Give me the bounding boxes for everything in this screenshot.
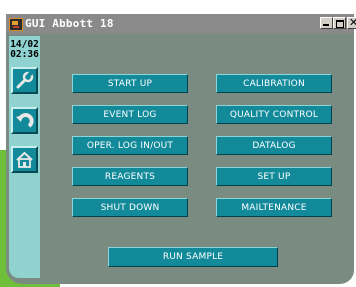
window-title: GUI Abbott 18 (25, 17, 114, 30)
calibration-button[interactable]: CALIBRATION (216, 74, 332, 93)
close-button[interactable] (347, 16, 356, 29)
app-icon (9, 18, 23, 31)
quality-control-button[interactable]: QUALITY CONTROL (216, 105, 332, 124)
title-bar[interactable]: GUI Abbott 18 (6, 14, 356, 34)
reagents-button[interactable]: REAGENTS (72, 167, 188, 186)
minimize-button[interactable] (320, 17, 333, 29)
home-icon (16, 151, 33, 168)
back-arrow-icon (16, 113, 34, 128)
datetime-display: 14/02 02:36 (9, 40, 40, 60)
time-text: 02:36 (10, 49, 39, 60)
wrench-icon (16, 71, 34, 89)
set-up-button[interactable]: SET UP (216, 167, 332, 186)
maintenance-button[interactable]: MAILTENANCE (216, 198, 332, 217)
shut-down-button[interactable]: SHUT DOWN (72, 198, 188, 217)
app-window: GUI Abbott 18 14/02 02:36 (6, 14, 356, 284)
datalog-button[interactable]: DATALOG (216, 136, 332, 155)
start-up-button[interactable]: START UP (72, 74, 188, 93)
tools-button[interactable] (11, 67, 38, 94)
home-button[interactable] (11, 146, 38, 173)
oper-log-button[interactable]: OPER. LOG IN/OUT (72, 136, 188, 155)
event-log-button[interactable]: EVENT LOG (72, 105, 188, 124)
back-button[interactable] (11, 107, 38, 134)
maximize-button[interactable] (333, 17, 346, 29)
sidebar: 14/02 02:36 (9, 36, 40, 278)
run-sample-button[interactable]: RUN SAMPLE (108, 247, 278, 267)
menu-panel: START UP CALIBRATION EVENT LOG QUALITY C… (46, 34, 354, 284)
